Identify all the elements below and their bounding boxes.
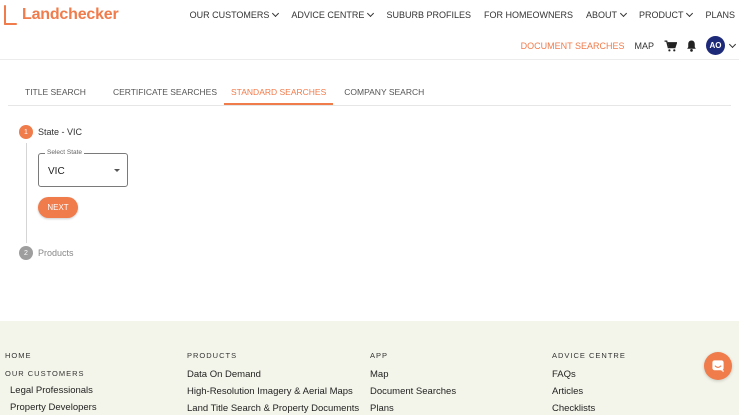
footer-column-products: PRODUCTS Data On Demand High-Resolution …: [187, 351, 359, 415]
state-select[interactable]: Select State VIC: [38, 149, 128, 187]
chevron-down-icon: [272, 9, 280, 18]
footer-link-property-developers[interactable]: Property Developers: [10, 402, 97, 413]
step-label: Products: [38, 248, 74, 258]
nav-label: PLANS: [705, 10, 735, 20]
logo-mark-icon: [3, 5, 18, 25]
tab-title-search[interactable]: TITLE SEARCH: [18, 78, 93, 105]
nav-for-homeowners[interactable]: FOR HOMEOWNERS: [484, 10, 573, 20]
chevron-down-icon: [367, 9, 375, 18]
top-navigation: OUR CUSTOMERS ADVICE CENTRE SUBURB PROFI…: [177, 9, 735, 20]
footer-link-checklists[interactable]: Checklists: [552, 403, 626, 414]
nav-label: ADVICE CENTRE: [291, 10, 365, 20]
nav-label: PRODUCT: [638, 10, 684, 20]
nav-plans[interactable]: PLANS: [705, 10, 735, 20]
footer-link-plans[interactable]: Plans: [370, 403, 456, 414]
nav-label: OUR CUSTOMERS: [189, 10, 270, 20]
stepper-connector: [26, 143, 27, 243]
footer-link-legal-professionals[interactable]: Legal Professionals: [10, 385, 97, 396]
footer-column-app: APP Map Document Searches Plans: [370, 351, 456, 415]
nav-label: ABOUT: [585, 10, 617, 20]
tab-certificate-searches[interactable]: CERTIFICATE SEARCHES: [106, 78, 224, 105]
logo-text: Landchecker: [22, 6, 119, 23]
footer-heading: ADVICE CENTRE: [552, 351, 626, 360]
footer-link-land-title-search[interactable]: Land Title Search & Property Documents: [187, 403, 359, 414]
tab-standard-searches[interactable]: STANDARD SEARCHES: [224, 78, 334, 105]
footer-heading: PRODUCTS: [187, 351, 238, 360]
footer-link-faqs[interactable]: FAQs: [552, 369, 626, 380]
map-link[interactable]: MAP: [634, 41, 654, 51]
footer-link-imagery[interactable]: High-Resolution Imagery & Aerial Maps: [187, 386, 359, 397]
nav-label: SUBURB PROFILES: [386, 10, 471, 20]
footer-column-advice-centre: ADVICE CENTRE FAQs Articles Checklists: [552, 351, 626, 415]
step-number: 1: [19, 125, 33, 139]
site-footer: HOME OUR CUSTOMERS Legal Professionals P…: [0, 321, 739, 415]
nav-product[interactable]: PRODUCT: [638, 9, 694, 20]
footer-link-map[interactable]: Map: [370, 369, 456, 380]
chevron-down-icon: [686, 9, 694, 18]
nav-suburb-profiles[interactable]: SUBURB PROFILES: [386, 10, 471, 20]
footer-heading: APP: [370, 351, 389, 360]
footer-link-document-searches[interactable]: Document Searches: [370, 386, 456, 397]
select-state-value: VIC: [48, 166, 65, 177]
nav-about[interactable]: ABOUT: [585, 9, 628, 20]
select-state-label: Select State: [45, 149, 85, 156]
next-button[interactable]: NEXT: [38, 197, 78, 218]
caret-down-icon: [114, 169, 120, 172]
chat-icon[interactable]: [704, 352, 732, 380]
nav-our-customers[interactable]: OUR CUSTOMERS: [189, 9, 280, 20]
site-header: Landchecker OUR CUSTOMERS ADVICE CENTRE …: [0, 0, 739, 60]
footer-link-data-on-demand[interactable]: Data On Demand: [187, 369, 359, 380]
user-avatar[interactable]: AO: [706, 36, 725, 55]
step-label: State - VIC: [38, 127, 83, 137]
step-products[interactable]: 2 Products: [19, 246, 74, 260]
nav-advice-centre[interactable]: ADVICE CENTRE: [291, 9, 375, 20]
footer-heading[interactable]: HOME: [5, 351, 97, 360]
chevron-down-icon[interactable]: [728, 40, 737, 48]
search-type-tabs: TITLE SEARCH CERTIFICATE SEARCHES STANDA…: [8, 78, 731, 106]
document-searches-link[interactable]: DOCUMENT SEARCHES: [521, 41, 625, 51]
footer-column-home: HOME OUR CUSTOMERS Legal Professionals P…: [5, 351, 97, 415]
user-subnav: DOCUMENT SEARCHES MAP AO: [521, 36, 737, 55]
bell-icon[interactable]: [686, 40, 697, 52]
footer-link-articles[interactable]: Articles: [552, 386, 626, 397]
chevron-down-icon: [619, 9, 628, 18]
landchecker-logo[interactable]: Landchecker: [3, 5, 119, 25]
nav-label: FOR HOMEOWNERS: [483, 10, 573, 20]
footer-subheading: OUR CUSTOMERS: [5, 369, 85, 378]
step-number: 2: [19, 246, 33, 260]
tab-company-search[interactable]: COMPANY SEARCH: [337, 78, 431, 105]
step-state: 1 State - VIC: [19, 125, 82, 139]
cart-icon[interactable]: [664, 39, 677, 52]
